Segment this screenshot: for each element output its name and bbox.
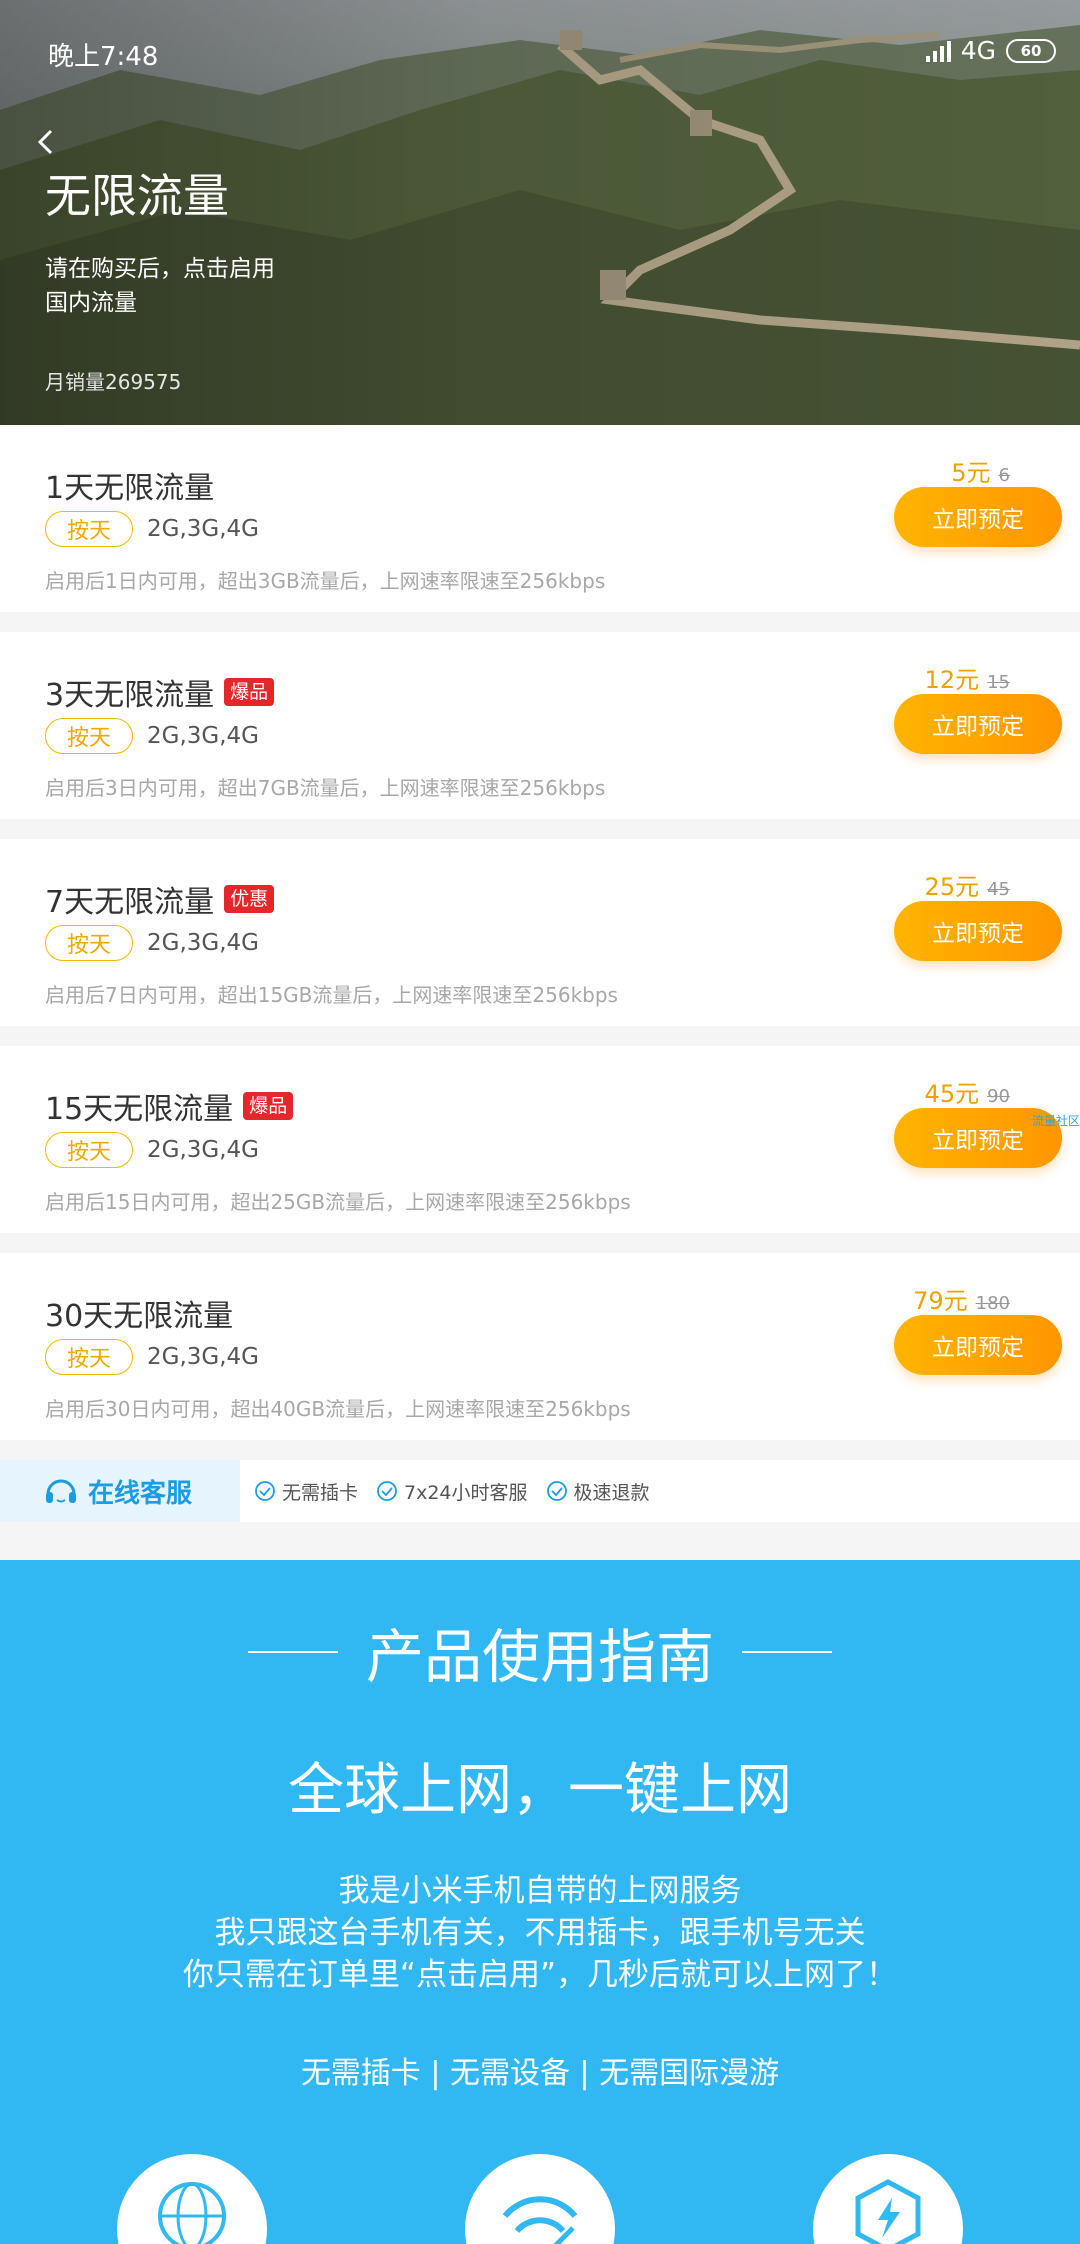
plan-price-old: 6: [998, 465, 1010, 486]
service-feature: 7x24小时客服: [376, 1478, 528, 1505]
plan-card[interactable]: 1天无限流量 按天 2G,3G,4G 启用后1日内可用，超出3GB流量后，上网速…: [0, 425, 1080, 612]
check-circle-icon: [377, 1481, 397, 1501]
guide-heading: 产品使用指南: [0, 1610, 1080, 1694]
plan-tag: 按天: [45, 718, 133, 754]
monthly-sales: 月销量269575: [45, 370, 182, 394]
guide-intro-line1: 我是小米手机自带的上网服务: [338, 1873, 742, 1909]
plan-title: 30天无限流量: [45, 1291, 233, 1335]
plan-price-old: 180: [975, 1293, 1010, 1314]
service-feature-text: 极速退款: [573, 1481, 650, 1504]
service-feature-text: 无需插卡: [282, 1481, 359, 1504]
plan-price: 79元 180: [913, 1281, 1010, 1316]
hero-subtitle-line2: 国内流量: [45, 290, 137, 316]
plan-title-text: 30天无限流量: [45, 1299, 234, 1334]
service-feature: 极速退款: [546, 1478, 650, 1505]
plan-price: 45元 90: [925, 1074, 1010, 1109]
book-now-button[interactable]: 立即预定: [894, 1315, 1062, 1375]
plan-network: 2G,3G,4G: [147, 723, 259, 749]
service-features: 无需插卡 7x24小时客服 极速退款: [240, 1460, 650, 1522]
plan-description: 启用后7日内可用，超出15GB流量后，上网速率限速至256kbps: [45, 983, 618, 1007]
service-strip: 在线客服 无需插卡 7x24小时客服 极速退款: [0, 1460, 1080, 1522]
plan-price-now: 25元: [924, 873, 980, 901]
plan-badge: 优惠: [224, 885, 275, 913]
signal-icon: [925, 40, 951, 62]
plan-badge: 爆品: [224, 678, 275, 706]
plan-badge: 爆品: [243, 1092, 294, 1120]
hero-subtitle: 请在购买后，点击启用 国内流量: [45, 252, 345, 320]
plan-price: 5元 6: [951, 453, 1010, 488]
plan-network: 2G,3G,4G: [147, 1137, 259, 1163]
back-arrow-icon[interactable]: [32, 128, 60, 156]
plan-description: 启用后15日内可用，超出25GB流量后，上网速率限速至256kbps: [45, 1190, 631, 1214]
plan-tag: 按天: [45, 925, 133, 961]
plan-price-old: 45: [987, 879, 1010, 900]
plan-tag: 按天: [45, 511, 133, 547]
online-service-button[interactable]: 在线客服: [0, 1460, 240, 1522]
book-now-button[interactable]: 立即预定: [894, 901, 1062, 961]
plan-price: 12元 15: [925, 660, 1010, 695]
plan-meta: 按天 2G,3G,4G: [45, 511, 259, 547]
plan-price-now: 45元: [924, 1080, 980, 1108]
page-title: 无限流量: [45, 169, 229, 223]
guide-intro-line2: 我只跟这台手机有关，不用插卡，跟手机号无关: [214, 1915, 866, 1951]
book-now-button[interactable]: 立即预定: [894, 487, 1062, 547]
plan-meta: 按天 2G,3G,4G: [45, 925, 259, 961]
plan-network: 2G,3G,4G: [147, 930, 259, 956]
plan-description: 启用后3日内可用，超出7GB流量后，上网速率限速至256kbps: [45, 776, 606, 800]
plan-card[interactable]: 3天无限流量 爆品 按天 2G,3G,4G 启用后3日内可用，超出7GB流量后，…: [0, 632, 1080, 819]
plan-tag: 按天: [45, 1339, 133, 1375]
plan-title: 3天无限流量 爆品: [45, 670, 275, 714]
status-indicators: 4G 60: [925, 36, 1056, 65]
guide-heading-text: 产品使用指南: [365, 1623, 714, 1691]
plan-title-text: 15天无限流量: [45, 1092, 234, 1127]
plan-price-old: 15: [987, 672, 1010, 693]
check-circle-icon: [255, 1481, 275, 1501]
status-time: 晚上7:48: [48, 42, 159, 72]
plan-network: 2G,3G,4G: [147, 516, 259, 542]
plan-meta: 按天 2G,3G,4G: [45, 718, 259, 754]
plan-title: 1天无限流量: [45, 463, 214, 507]
plan-title: 7天无限流量 优惠: [45, 877, 275, 921]
plan-tag: 按天: [45, 1132, 133, 1168]
battery-icon: 60: [1006, 38, 1056, 63]
heading-divider-right: [742, 1651, 832, 1653]
plan-description: 启用后30日内可用，超出40GB流量后，上网速率限速至256kbps: [45, 1397, 631, 1421]
plan-meta: 按天 2G,3G,4G: [45, 1339, 259, 1375]
plan-title-text: 1天无限流量: [45, 471, 215, 506]
guide-intro: 我是小米手机自带的上网服务 我只跟这台手机有关，不用插卡，跟手机号无关 你只需在…: [0, 1870, 1080, 1996]
guide-tagline: 全球上网，一键上网: [288, 1758, 792, 1823]
check-circle-icon: [546, 1481, 567, 1501]
plan-price-now: 79元: [913, 1287, 968, 1315]
guide-intro-line3: 你只需在订单里“点击启用”，几秒后就可以上网了！: [182, 1957, 898, 1993]
heading-divider-left: [247, 1651, 338, 1653]
wifi-icon: [465, 2154, 615, 2244]
headset-icon: [46, 1479, 76, 1503]
plan-card[interactable]: 30天无限流量 按天 2G,3G,4G 启用后30日内可用，超出40GB流量后，…: [0, 1253, 1080, 1440]
lightning-shield-icon: [813, 2154, 963, 2244]
globe-icon: [117, 2154, 267, 2244]
plan-title-text: 7天无限流量: [45, 885, 215, 920]
plan-description: 启用后1日内可用，超出3GB流量后，上网速率限速至256kbps: [45, 569, 606, 593]
hero-subtitle-line1: 请在购买后，点击启用: [45, 256, 275, 282]
plan-title: 15天无限流量 爆品: [45, 1084, 294, 1128]
plan-price: 25元 45: [925, 867, 1010, 902]
book-now-button[interactable]: 立即预定: [894, 694, 1062, 754]
service-feature-text: 7x24小时客服: [404, 1481, 528, 1504]
floating-community-link[interactable]: 流量社区: [1032, 1112, 1080, 1129]
plan-title-text: 3天无限流量: [45, 678, 215, 713]
guide-features: 无需插卡 | 无需设备 | 无需国际漫游: [300, 2056, 780, 2091]
plan-price-now: 5元: [951, 459, 991, 487]
plan-card[interactable]: 7天无限流量 优惠 按天 2G,3G,4G 启用后7日内可用，超出15GB流量后…: [0, 839, 1080, 1026]
plan-price-old: 90: [987, 1086, 1010, 1107]
usage-guide-section: 产品使用指南 全球上网，一键上网 我是小米手机自带的上网服务 我只跟这台手机有关…: [0, 1560, 1080, 2244]
plan-card[interactable]: 15天无限流量 爆品 按天 2G,3G,4G 启用后15日内可用，超出25GB流…: [0, 1046, 1080, 1233]
plan-meta: 按天 2G,3G,4G: [45, 1132, 259, 1168]
online-service-label: 在线客服: [88, 1478, 193, 1509]
service-feature: 无需插卡: [254, 1478, 358, 1505]
network-type: 4G: [960, 36, 996, 65]
plan-network: 2G,3G,4G: [147, 1344, 259, 1370]
plan-price-now: 12元: [924, 666, 980, 694]
